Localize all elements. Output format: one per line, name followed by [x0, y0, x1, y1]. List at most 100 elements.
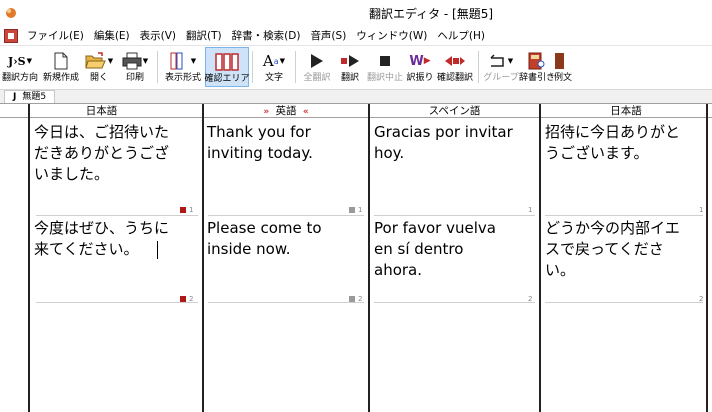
cell-line: どうか今の内部イエ: [545, 219, 680, 237]
translate-all-label: 全翻訳: [303, 73, 331, 83]
cell-line: en sí dentro: [374, 240, 464, 258]
row2-japanese-cell[interactable]: 今度はぜひ、うちに 来てください。: [34, 218, 169, 260]
confirm-area-icon: [215, 51, 239, 73]
word-assign-icon: W ▶: [409, 53, 431, 69]
word-assign-label: 訳振り: [406, 73, 434, 83]
row1-english-cell[interactable]: Thank you for inviting today.: [207, 122, 313, 164]
row1-number: 1: [699, 206, 704, 214]
column-header-label: 日本語: [610, 105, 642, 117]
row-separator: [208, 215, 364, 216]
row1-status-flag: [180, 207, 186, 213]
stop-translation-icon: [379, 50, 391, 72]
confirm-translate-label: 確認翻訳: [436, 73, 473, 83]
cell-line: うございます。: [545, 144, 649, 162]
cell-line: Please come to: [207, 219, 322, 237]
stop-translation-label: 翻訳中止: [366, 73, 403, 83]
confirm-area-label: 確認エリア: [204, 74, 250, 84]
column-header-label: 英語: [275, 105, 297, 117]
title-bar: 翻訳エディタ - [無題5]: [0, 0, 712, 26]
cell-line: inside now.: [207, 240, 291, 258]
row1-japanese-back-cell[interactable]: 招待に今日ありがと うございます。: [545, 122, 680, 164]
confirm-translate-icon: [444, 50, 466, 72]
column-header-spanish: スペイン語: [369, 104, 540, 118]
document-menu-icon[interactable]: [4, 28, 18, 43]
row-separator: [374, 215, 535, 216]
menu-edit[interactable]: 編集(E): [89, 28, 135, 43]
confirm-area-button[interactable]: 確認エリア: [204, 47, 250, 87]
dictionary-lookup-button[interactable]: 辞書引き: [519, 47, 556, 87]
row2-spanish-cell[interactable]: Por favor vuelva en sí dentro ahora.: [374, 218, 496, 281]
translation-direction-button[interactable]: J›S ▼ 翻訳方向: [0, 47, 40, 87]
toolbar-separator: [295, 51, 296, 83]
group-button[interactable]: ▼ グループ: [482, 47, 520, 87]
menu-bar: ファイル(E) 編集(E) 表示(V) 翻訳(T) 辞書・検索(D) 音声(S)…: [0, 26, 712, 46]
toolbar-separator: [157, 51, 158, 83]
confirm-translate-button[interactable]: 確認翻訳: [435, 47, 475, 87]
column-header-label: スペイン語: [428, 105, 481, 117]
print-button[interactable]: ▼ 印刷: [116, 47, 154, 87]
row-separator: [374, 302, 535, 303]
cell-line: ahora.: [374, 261, 423, 279]
column-divider: [368, 104, 370, 412]
menu-help[interactable]: ヘルプ(H): [432, 28, 490, 43]
new-document-button[interactable]: 新規作成: [40, 47, 82, 87]
print-label: 印刷: [125, 73, 144, 83]
row1-japanese-cell[interactable]: 今日は、ご招待いた だきありがとうござ いました。: [34, 122, 169, 185]
row-separator: [36, 215, 198, 216]
column-header-japanese: 日本語: [0, 104, 203, 118]
active-column-left-marker: »: [263, 107, 270, 117]
print-icon: ▼: [122, 50, 148, 72]
display-format-label: 表示形式: [164, 73, 201, 83]
example-sentence-icon: [554, 50, 564, 72]
cell-line: 今日は、ご招待いた: [34, 123, 170, 141]
translate-button[interactable]: 翻訳: [335, 47, 365, 87]
menu-view[interactable]: 表示(V): [135, 28, 181, 43]
translate-label: 翻訳: [340, 73, 359, 83]
cell-line: 来てください。: [34, 240, 139, 258]
open-folder-icon: ▼: [85, 50, 113, 72]
menu-translate[interactable]: 翻訳(T): [181, 28, 227, 43]
cell-line: hoy.: [374, 144, 405, 162]
cell-line: Gracias por invitar: [374, 123, 513, 141]
row1-number: 1: [358, 206, 363, 214]
column-divider: [539, 104, 541, 412]
group-icon: ▼: [489, 50, 513, 72]
row-separator: [36, 302, 198, 303]
open-label: 開く: [89, 73, 108, 83]
stop-translation-button[interactable]: 翻訳中止: [365, 47, 405, 87]
new-document-icon: [54, 50, 68, 72]
row2-english-cell[interactable]: Please come to inside now.: [207, 218, 322, 260]
cell-line: 招待に今日ありがと: [545, 123, 681, 141]
toolbar-separator: [478, 51, 479, 83]
cell-line: inviting today.: [207, 144, 313, 162]
row1-english-flag: [349, 207, 355, 213]
translation-direction-icon: J›S ▼: [8, 54, 32, 68]
word-assign-button[interactable]: W ▶ 訳振り: [405, 47, 435, 87]
dictionary-lookup-label: 辞書引き: [519, 73, 556, 83]
translate-all-button[interactable]: 全翻訳: [299, 47, 335, 87]
menu-voice[interactable]: 音声(S): [305, 28, 351, 43]
open-button[interactable]: ▼ 開く: [82, 47, 116, 87]
menu-file[interactable]: ファイル(E): [22, 28, 89, 43]
menu-window[interactable]: ウィンドウ(W): [351, 28, 432, 43]
cell-line: スで戻ってくださ: [545, 240, 664, 258]
document-tab[interactable]: J 無題5: [4, 90, 56, 104]
menu-dictionary-search[interactable]: 辞書・検索(D): [227, 28, 306, 43]
row-separator: [208, 302, 364, 303]
display-format-icon: ▼: [170, 50, 196, 72]
cell-line: Por favor vuelva: [374, 219, 496, 237]
font-button[interactable]: Aa ▼ 文字: [256, 47, 292, 87]
column-divider: [706, 104, 708, 412]
cell-line: いました。: [34, 165, 110, 183]
group-label: グループ: [483, 73, 519, 83]
example-sentence-button[interactable]: 例文: [554, 47, 576, 87]
row2-japanese-back-cell[interactable]: どうか今の内部イエ スで戻ってくださ い。: [545, 218, 680, 281]
cell-line: だきありがとうござ: [34, 144, 170, 162]
example-sentence-label: 例文: [554, 73, 573, 83]
row1-number: 1: [528, 206, 533, 214]
cell-line: い。: [545, 261, 576, 279]
display-format-button[interactable]: ▼ 表示形式: [161, 47, 205, 87]
row1-spanish-cell[interactable]: Gracias por invitar hoy.: [374, 122, 513, 164]
row1-number: 1: [189, 206, 194, 214]
column-header-label: 日本語: [85, 105, 118, 117]
